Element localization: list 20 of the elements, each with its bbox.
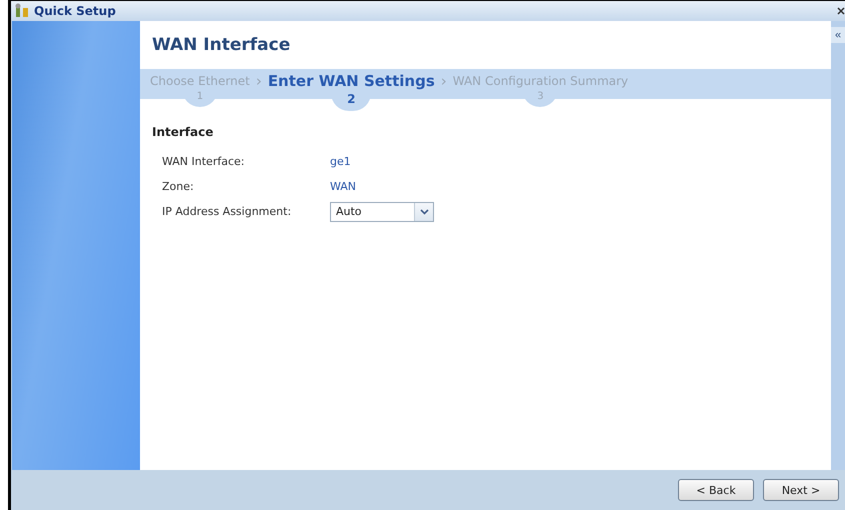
close-icon[interactable] bbox=[837, 5, 845, 17]
tools-icon bbox=[14, 3, 30, 19]
step-label: Choose Ethernet bbox=[150, 73, 250, 90]
field-label: IP Address Assignment: bbox=[162, 205, 292, 218]
chevron-separator: › bbox=[256, 71, 262, 92]
chevron-separator: › bbox=[440, 71, 447, 92]
ip-assignment-dropdown[interactable]: Auto bbox=[330, 202, 434, 222]
field-value: WAN bbox=[330, 180, 356, 193]
field-value: ge1 bbox=[330, 155, 351, 168]
collapse-button[interactable]: « bbox=[831, 27, 845, 43]
wizard-button[interactable]: Next > bbox=[763, 479, 839, 501]
window-title: Quick Setup bbox=[34, 4, 117, 18]
step-label: Enter WAN Settings bbox=[268, 71, 435, 92]
chevron-down-icon bbox=[420, 208, 428, 214]
section-title: Interface bbox=[152, 125, 214, 139]
field-label: Zone: bbox=[162, 180, 195, 193]
step-label: WAN Configuration Summary bbox=[452, 73, 628, 90]
wizard-button[interactable]: < Back bbox=[678, 479, 754, 501]
page-title: WAN Interface bbox=[151, 34, 292, 57]
field-label: WAN Interface: bbox=[162, 155, 246, 168]
